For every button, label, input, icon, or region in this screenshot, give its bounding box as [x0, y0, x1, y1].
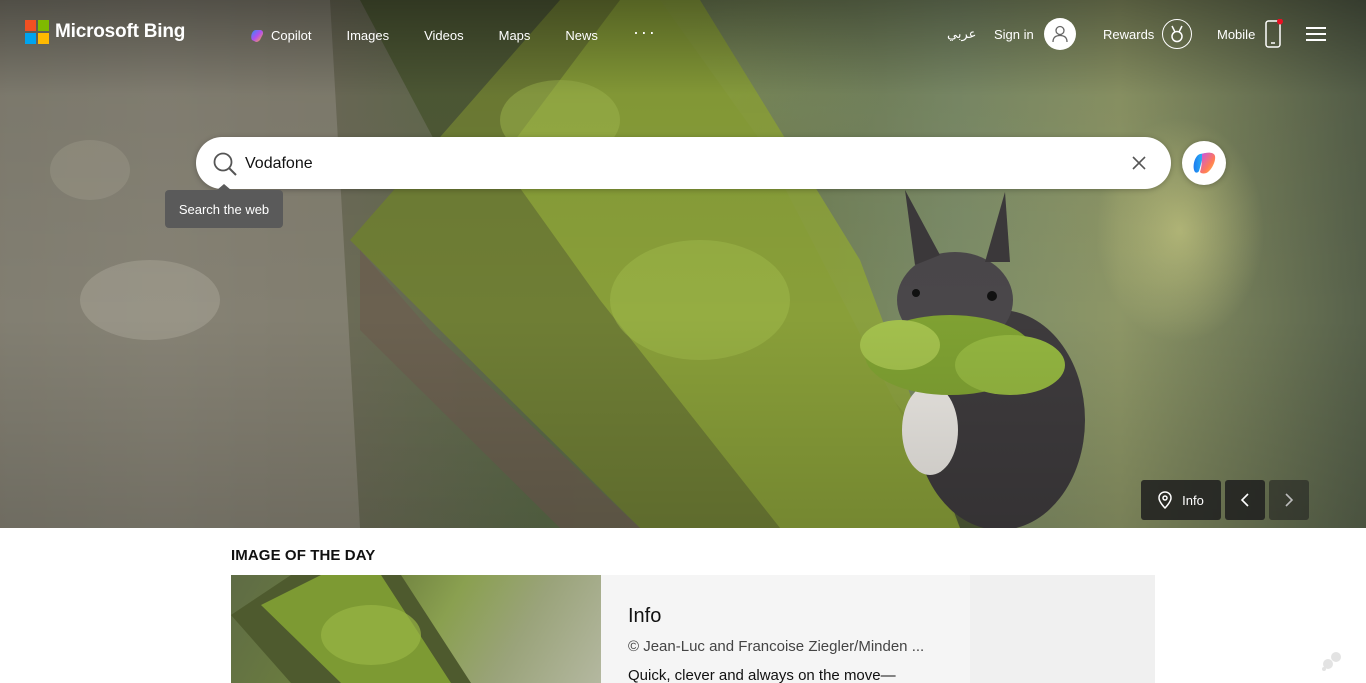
previous-image-button[interactable] — [1225, 480, 1265, 520]
rewards-label: Rewards — [1103, 26, 1155, 42]
language-label: عربي — [947, 26, 977, 41]
bing-logo[interactable]: Microsoft Bing — [25, 20, 185, 44]
search-box — [196, 137, 1171, 189]
image-of-the-day-heading: IMAGE OF THE DAY — [231, 547, 376, 564]
image-of-the-day-card[interactable]: Info © Jean-Luc and Francoise Ziegler/Mi… — [231, 575, 1155, 683]
sign-in-button[interactable]: Sign in — [994, 16, 1076, 52]
search-tooltip: Search the web — [165, 184, 283, 228]
next-image-button[interactable] — [1269, 480, 1309, 520]
mobile-label: Mobile — [1217, 26, 1256, 42]
info-label: Info — [1182, 492, 1204, 508]
nav-item-copilot[interactable]: Copilot — [249, 26, 311, 44]
nav-item-label: Videos — [424, 27, 464, 43]
image-info-button[interactable]: Info — [1141, 480, 1221, 520]
copilot-icon — [251, 30, 264, 42]
nav-item-label: Images — [346, 27, 390, 43]
image-of-the-day-side-panel — [970, 575, 1155, 683]
search-input[interactable] — [243, 151, 1107, 177]
image-of-the-day-details: Info © Jean-Luc and Francoise Ziegler/Mi… — [628, 605, 968, 683]
user-icon — [1052, 25, 1068, 43]
copilot-icon — [1193, 152, 1216, 174]
nav-item-maps[interactable]: Maps — [499, 26, 531, 44]
phone-icon — [1265, 19, 1284, 48]
hamburger-menu-icon — [1306, 27, 1326, 41]
top-nav: Copilot Images Videos Maps News ··· — [249, 22, 692, 44]
nav-item-label: News — [565, 27, 598, 43]
notification-dot — [1277, 19, 1284, 25]
microsoft-logo-icon — [25, 20, 49, 44]
more-nav-button[interactable]: ··· — [632, 22, 657, 44]
clear-search-icon[interactable] — [1131, 155, 1147, 171]
avatar — [1043, 18, 1076, 50]
nav-item-label: Copilot — [271, 27, 312, 43]
sign-in-label: Sign in — [994, 26, 1034, 42]
image-description: Quick, clever and always on the move— — [628, 667, 896, 683]
search-icon[interactable] — [212, 151, 238, 177]
nav-item-images[interactable]: Images — [346, 26, 389, 44]
more-icon: ··· — [632, 22, 657, 42]
mobile-button[interactable]: Mobile — [1217, 16, 1284, 52]
image-of-the-day-title: Info — [628, 605, 662, 627]
copilot-search-button[interactable] — [1182, 141, 1226, 185]
image-of-the-day-thumbnail[interactable] — [231, 575, 601, 683]
nav-item-videos[interactable]: Videos — [424, 26, 464, 44]
location-pin-icon — [1158, 491, 1172, 509]
nav-item-news[interactable]: News — [565, 26, 598, 44]
chevron-left-icon — [1240, 493, 1249, 507]
hero-shade-overlay — [0, 0, 1366, 528]
rewards-button[interactable]: Rewards — [1103, 16, 1193, 52]
hamburger-menu-button[interactable] — [1306, 16, 1326, 52]
nav-item-label: Maps — [498, 27, 531, 43]
image-credit: © Jean-Luc and Francoise Ziegler/Minden … — [628, 638, 925, 655]
thumbnail-illustration — [231, 575, 471, 683]
brand-name: Microsoft Bing — [55, 21, 186, 42]
rewards-medal-icon — [1162, 19, 1193, 49]
hero-background-image — [0, 0, 1366, 528]
language-link[interactable]: عربي — [947, 16, 976, 52]
feedback-icon[interactable] — [1321, 651, 1343, 671]
chevron-right-icon — [1285, 493, 1294, 507]
